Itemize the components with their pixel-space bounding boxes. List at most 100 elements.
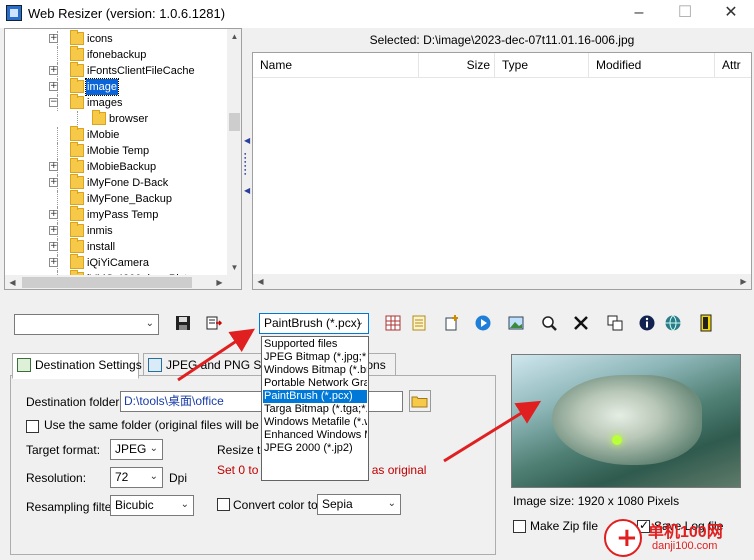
add-files-icon[interactable] (443, 314, 461, 332)
expand-icon[interactable]: + (49, 162, 58, 171)
tree-item[interactable]: + iMobieBackup (5, 158, 225, 175)
tree-item-label: iQiYiCamera (87, 257, 149, 269)
expand-icon[interactable]: + (49, 210, 58, 219)
scroll-thumb[interactable] (229, 113, 240, 131)
target-format-select[interactable]: JPEG ⌄ (110, 439, 163, 460)
tree-item[interactable]: + icons (5, 30, 225, 47)
tree-item[interactable]: browser (5, 110, 225, 127)
file-list[interactable]: Name Size Type Modified Attr ◀ ▶ (252, 52, 752, 290)
settings-icon (17, 358, 31, 372)
convert-color-label: Convert color to: (233, 498, 322, 512)
image-preview-icon[interactable] (507, 314, 525, 332)
column-header-size[interactable]: Size (419, 53, 495, 77)
scroll-right-icon[interactable]: ▶ (212, 275, 227, 289)
copy-icon[interactable] (606, 314, 624, 332)
play-icon[interactable] (474, 314, 492, 332)
tree-vertical-scrollbar[interactable]: ▲ ▼ (227, 29, 241, 275)
tree-item[interactable]: + iMyFone D-Back (5, 174, 225, 191)
collapse-left-icon[interactable]: ◀ (244, 186, 250, 196)
same-folder-checkbox[interactable] (26, 420, 39, 433)
web-icon[interactable] (664, 314, 682, 332)
tree-item[interactable]: iMobie Temp (5, 142, 225, 159)
expand-icon[interactable]: + (49, 226, 58, 235)
tree-item-label: image (85, 78, 119, 96)
expand-icon[interactable]: + (49, 34, 58, 43)
column-header-attr[interactable]: Attr (715, 53, 751, 77)
selected-path: D:\image\2023-dec-07t11.01.16-006.jpg (423, 33, 635, 47)
tree-item[interactable]: iMyFone_Backup (5, 190, 225, 207)
info-icon[interactable] (638, 314, 656, 332)
expand-icon[interactable]: + (49, 66, 58, 75)
convert-color-select[interactable]: Sepia ⌄ (317, 494, 401, 515)
export-icon[interactable] (205, 314, 223, 332)
collapse-icon[interactable]: − (49, 98, 58, 107)
close-button[interactable]: ✕ (708, 0, 754, 28)
folder-icon (70, 254, 84, 269)
maximize-button[interactable]: ☐ (662, 0, 708, 28)
collapse-left-icon[interactable]: ◀ (244, 136, 250, 146)
column-header-modified[interactable]: Modified (589, 53, 715, 77)
scroll-down-icon[interactable]: ▼ (227, 260, 241, 275)
image-settings-icon (148, 358, 162, 372)
tree-item[interactable]: + inmis (5, 222, 225, 239)
convert-color-checkbox[interactable] (217, 498, 230, 511)
format-option[interactable]: JPEG Bitmap (*.jpg;*.jpeg) (263, 351, 367, 364)
tab-jpeg-png-settings[interactable]: JPEG and PNG Settings (143, 353, 297, 377)
chevron-down-icon: ⌄ (180, 499, 189, 510)
expand-icon[interactable]: + (49, 242, 58, 251)
folder-icon (70, 206, 84, 221)
pane-splitter[interactable]: ◀ ● ● ● ● ● ● ◀ (243, 28, 251, 290)
make-zip-checkbox[interactable] (513, 520, 526, 533)
minimize-button[interactable]: – (616, 0, 662, 28)
tree-item-label: browser (109, 113, 149, 125)
scroll-right-icon[interactable]: ▶ (736, 274, 751, 289)
format-option[interactable]: Windows Bitmap (*.bmp) (263, 364, 367, 377)
tree-horizontal-scrollbar[interactable]: ◀ ▶ (5, 275, 241, 289)
exit-icon[interactable] (697, 314, 715, 332)
format-option[interactable]: Targa Bitmap (*.tga;*.targa) (263, 403, 367, 416)
format-combo[interactable]: PaintBrush (*.pcx) ⌄ (259, 313, 369, 334)
tree-item[interactable]: + iQiYiCamera (5, 254, 225, 271)
left-combo[interactable]: ⌄ (14, 314, 159, 335)
format-option[interactable]: Supported files (263, 338, 367, 351)
tree-item[interactable]: + iFontsClientFileCache (5, 62, 225, 79)
expand-icon[interactable]: + (49, 82, 58, 91)
grid-view-icon[interactable] (384, 314, 402, 332)
expand-icon[interactable]: + (49, 178, 58, 187)
format-option[interactable]: Portable Network Graphics (263, 377, 367, 390)
browse-folder-icon[interactable] (409, 390, 431, 412)
tree-item[interactable]: − images (5, 94, 225, 111)
tree-item[interactable]: + image (5, 78, 225, 96)
details-view-icon[interactable] (410, 314, 428, 332)
file-list-horizontal-scrollbar[interactable]: ◀ ▶ (253, 274, 751, 289)
scroll-left-icon[interactable]: ◀ (253, 274, 268, 289)
folder-tree[interactable]: + icons ifonebackup + iFontsClientFileCache +… (4, 28, 242, 290)
format-option[interactable]: Enhanced Windows Metafile (263, 429, 367, 442)
chevron-down-icon: ⌄ (149, 443, 158, 454)
title-bar: Web Resizer (version: 1.0.6.1281) – ☐ ✕ (0, 0, 754, 28)
folder-icon (70, 94, 84, 109)
tab-destination-settings[interactable]: Destination Settings (12, 353, 142, 379)
tree-item[interactable]: iMobie (5, 126, 225, 143)
tree-item[interactable]: + install (5, 238, 225, 255)
column-header-type[interactable]: Type (495, 53, 589, 77)
expand-icon[interactable]: + (49, 258, 58, 267)
zoom-icon[interactable] (540, 314, 558, 332)
scroll-thumb[interactable] (22, 277, 192, 288)
tree-item-label: install (87, 241, 116, 253)
scroll-up-icon[interactable]: ▲ (227, 29, 241, 44)
resampling-filter-select[interactable]: Bicubic ⌄ (110, 495, 194, 516)
format-option[interactable]: Windows Metafile (*.wmf) (263, 416, 367, 429)
format-dropdown-list[interactable]: Supported filesJPEG Bitmap (*.jpg;*.jpeg… (261, 336, 369, 481)
folder-icon (70, 222, 84, 237)
column-header-name[interactable]: Name (253, 53, 419, 77)
save-icon[interactable] (174, 314, 192, 332)
delete-icon[interactable] (572, 314, 590, 332)
format-option[interactable]: PaintBrush (*.pcx) (263, 390, 367, 403)
format-option[interactable]: JPEG 2000 (*.jp2) (263, 442, 367, 455)
tree-item[interactable]: ifonebackup (5, 46, 225, 63)
resampling-filter-label: Resampling filter: (26, 500, 119, 514)
tree-item[interactable]: + imyPass Temp (5, 206, 225, 223)
scroll-left-icon[interactable]: ◀ (5, 275, 20, 289)
resolution-select[interactable]: 72 ⌄ (110, 467, 163, 488)
